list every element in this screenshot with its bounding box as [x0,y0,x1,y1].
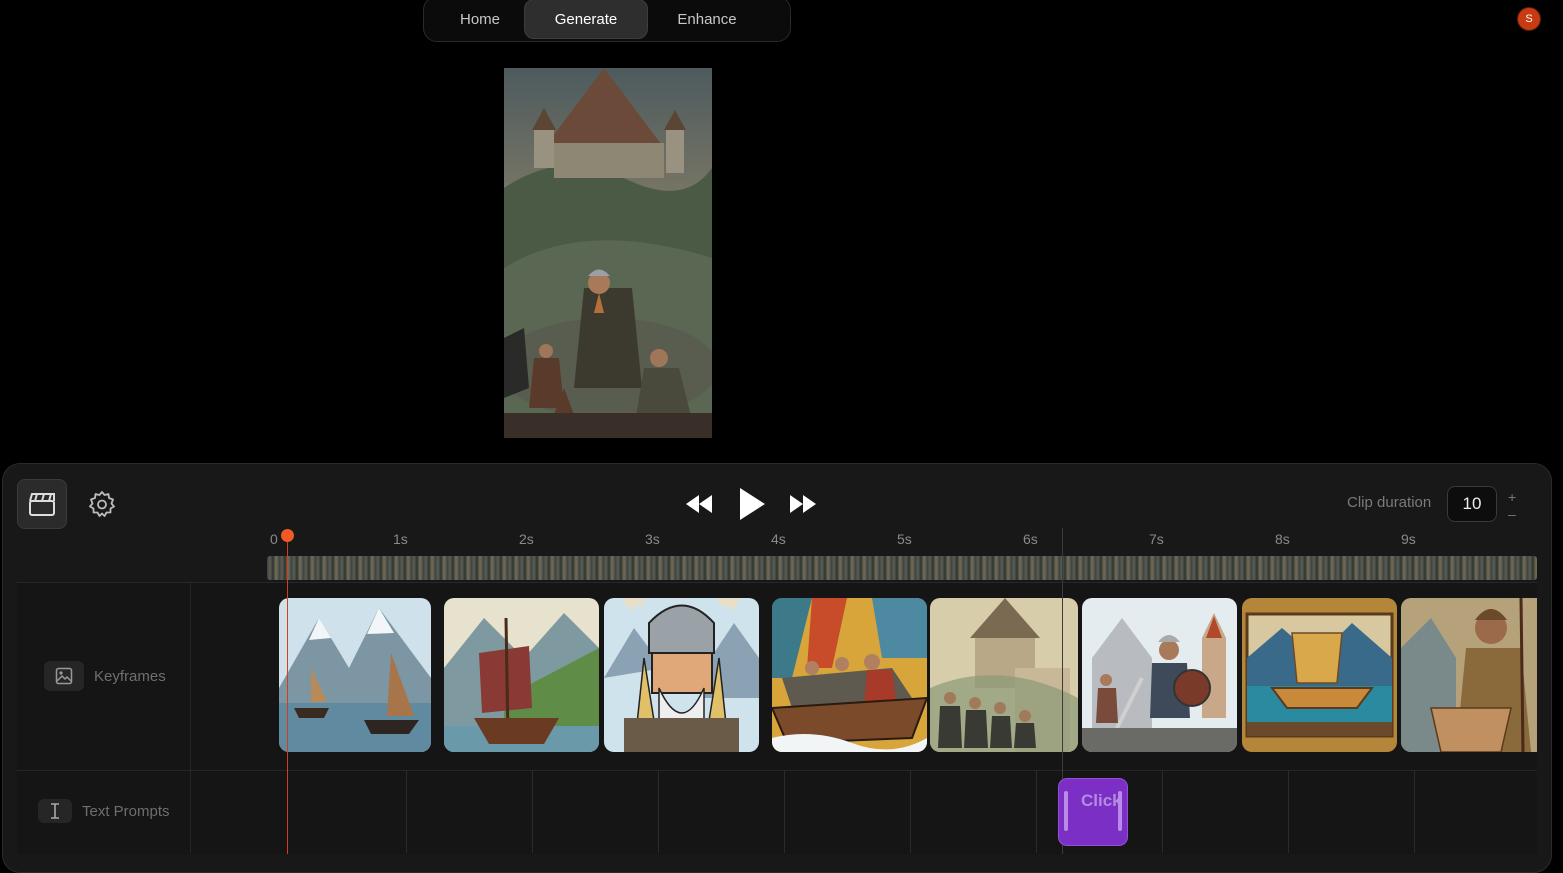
clip-duration-decrement[interactable]: – [1508,507,1516,521]
keyframes-label-text: Keyframes [94,667,166,685]
keyframe-thumbnail[interactable] [444,598,599,752]
ruler-tick-label: 0 [270,531,278,547]
keyframes-track-label: Keyframes [44,661,166,691]
user-avatar[interactable]: S [1517,7,1541,31]
keyframe-thumbnail[interactable] [930,598,1078,752]
keyframe-thumbnail[interactable] [604,598,759,752]
play-button[interactable] [734,484,770,524]
timeline-gridline [532,770,533,853]
prompt-left-handle[interactable] [1064,791,1068,831]
keyframe-thumbnail[interactable] [279,598,431,752]
text-cursor-icon [38,799,72,823]
top-navigation: Home Generate Enhance [423,0,791,42]
keyframe-thumbnail[interactable] [1401,598,1537,752]
timeline-gridline [406,770,407,853]
ruler-tick-label: 2s [519,531,534,547]
timeline-gridline [1162,770,1163,853]
timeline-gridline [658,770,659,853]
keyframe-thumbnail[interactable] [1242,598,1397,752]
clip-duration-input[interactable]: 10 [1447,486,1497,522]
prompt-right-handle[interactable] [1118,791,1122,831]
text-prompt-placeholder: Click [1081,791,1122,810]
ruler-tick-label: 7s [1149,531,1164,547]
viking-castle-image [504,68,712,438]
tab-generate[interactable]: Generate [524,0,648,39]
ruler-tick-label: 3s [645,531,660,547]
fast-forward-button[interactable] [786,490,820,518]
settings-button[interactable] [77,479,127,529]
gear-icon [89,491,115,517]
timeline-gridline [1288,770,1289,853]
playhead-handle[interactable] [281,529,294,542]
clapperboard-button[interactable] [17,479,67,529]
clapperboard-icon [29,493,55,516]
image-icon [44,661,84,691]
ruler-tick-label: 1s [393,531,408,547]
timeline-gridline [1036,770,1037,853]
text-prompts-track [17,770,1537,854]
text-prompt-block[interactable]: Click [1058,778,1128,846]
rewind-icon [686,495,712,513]
fast-forward-icon [790,495,816,513]
playhead-line[interactable] [287,540,288,854]
text-prompts-track-label: Text Prompts [38,799,170,823]
ruler-tick-label: 5s [897,531,912,547]
filmstrip-scrubber[interactable] [267,556,1537,580]
keyframe-thumbnail[interactable] [1082,598,1237,752]
timeline-gridline [784,770,785,853]
clip-duration-label: Clip duration [1347,494,1432,511]
video-preview [504,68,712,438]
ruler-tick-label: 6s [1023,531,1038,547]
tab-home[interactable]: Home [440,0,520,38]
timeline-gridline [910,770,911,853]
play-icon [740,488,765,520]
text-prompts-label-text: Text Prompts [82,802,170,820]
ruler-tick-label: 8s [1275,531,1290,547]
keyframe-thumbnail[interactable] [772,598,927,752]
clip-duration-increment[interactable]: + [1508,490,1516,504]
timeline-gridline [1414,770,1415,853]
rewind-button[interactable] [682,490,716,518]
ruler-tick-label: 4s [771,531,786,547]
ruler-tick-label: 9s [1401,531,1416,547]
tab-enhance[interactable]: Enhance [652,0,762,38]
